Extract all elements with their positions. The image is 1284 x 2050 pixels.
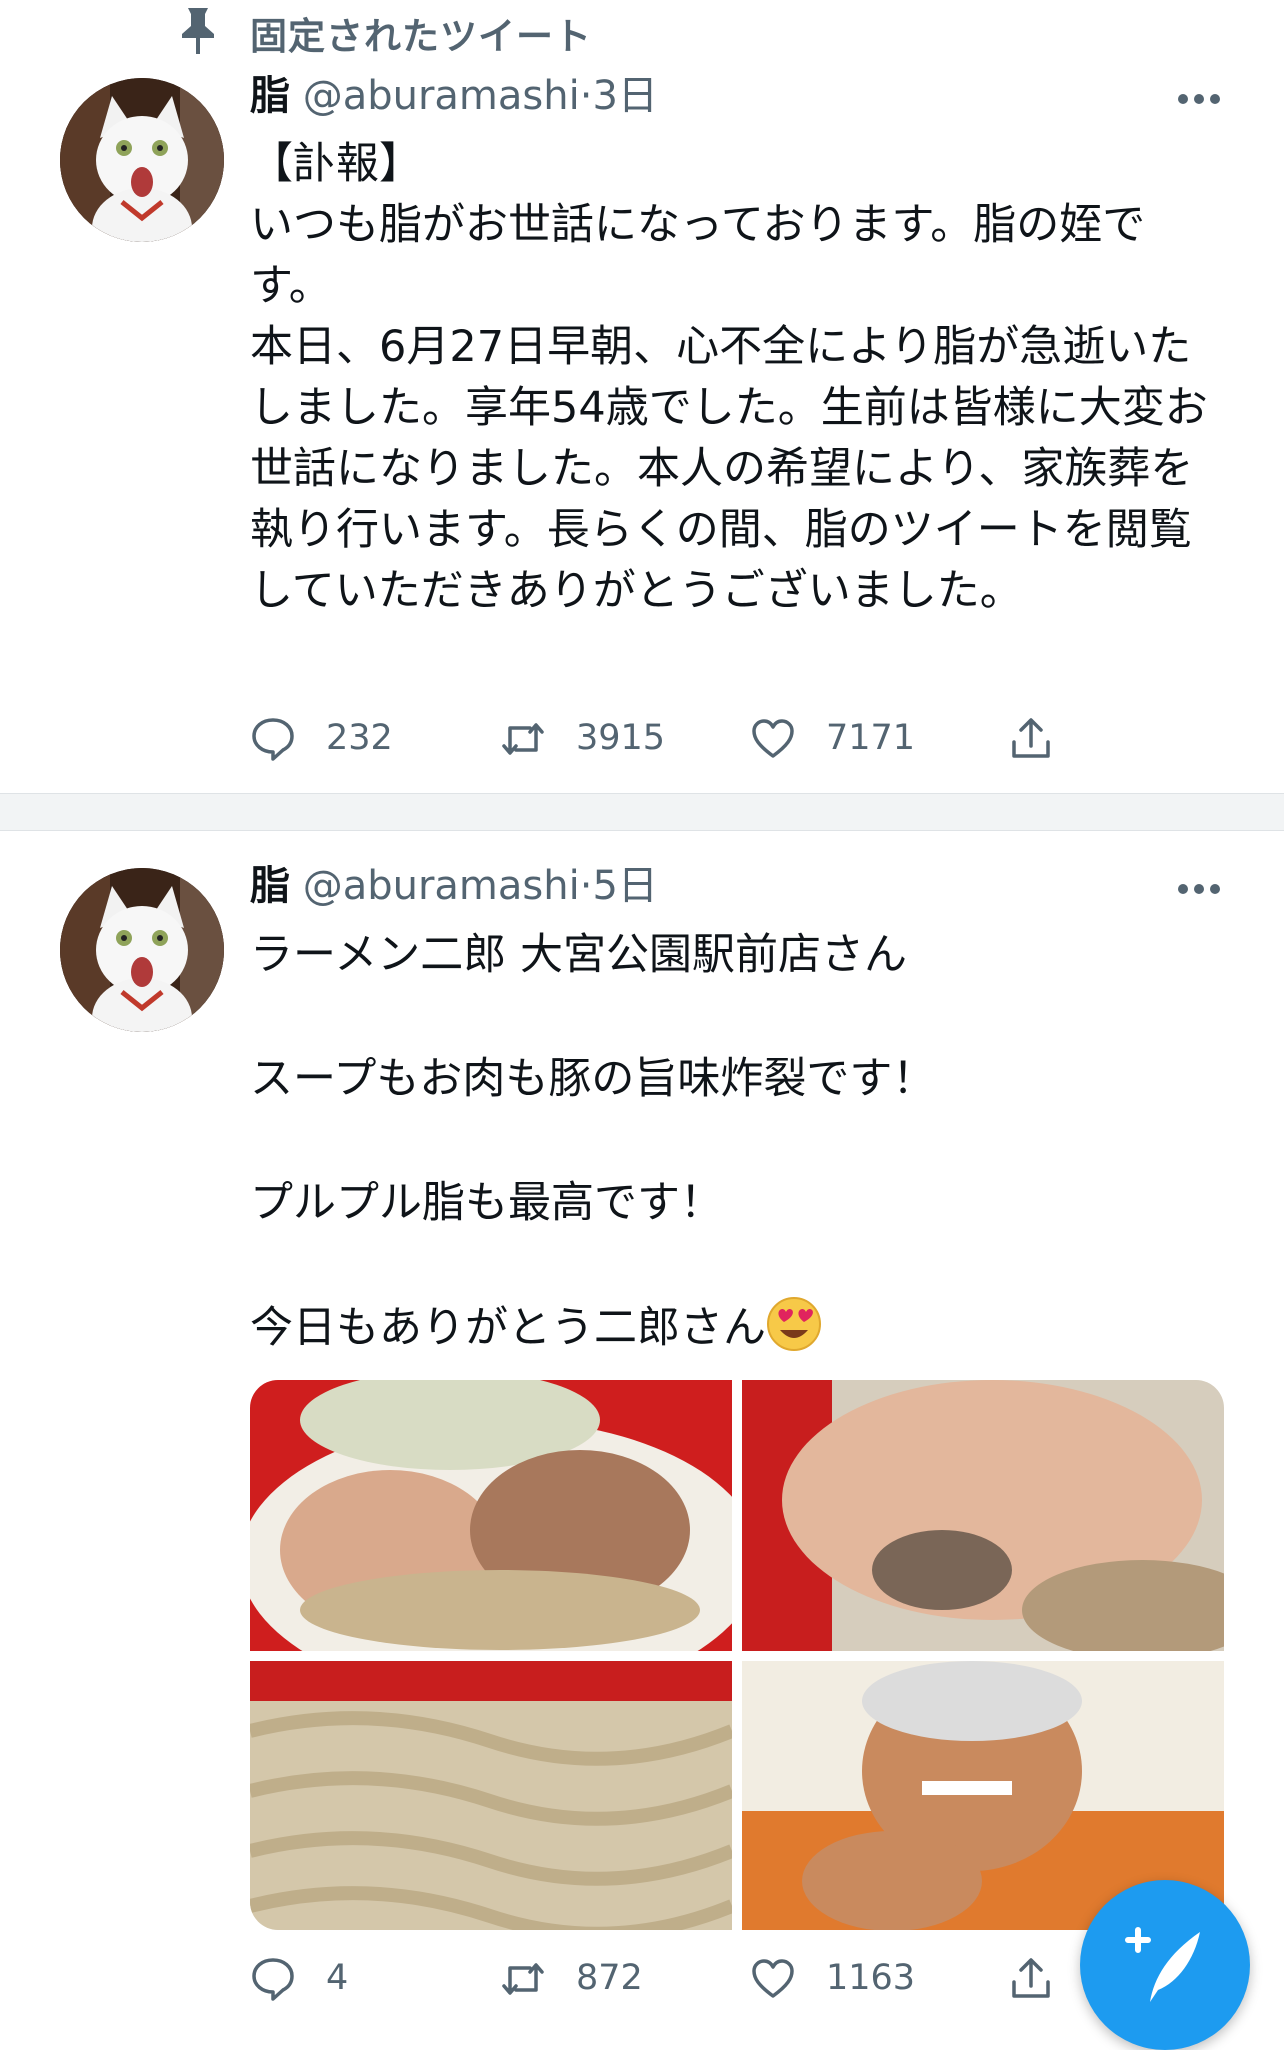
like-count: 7171 [826,718,916,758]
display-name[interactable]: 脂 [250,863,290,909]
reply-count: 4 [326,1958,349,1998]
heart-eyes-emoji-icon [767,1297,821,1351]
heart-icon [752,719,794,758]
tweet-header: 脂 @aburamashi·3日 [250,72,658,120]
tweet-text: ラーメン二郎 大宮公園駅前店さん スープもお肉も豚の旨味炸裂です！ プルプル脂も… [250,924,1210,1359]
photo-pork-closeup[interactable] [742,1380,1224,1651]
compose-tweet-button[interactable] [1080,1880,1250,2050]
tweet-separator [0,793,1284,831]
reply-icon [252,1958,294,2001]
tweet-actions: 4 872 1163 [250,1950,1130,2010]
display-name[interactable]: 脂 [250,73,290,119]
pinned-tweet-label: 固定されたツイート [250,15,592,58]
tweet-actions: 232 3915 7171 [250,710,1130,770]
retweet-icon [502,723,544,755]
avatar[interactable] [60,868,224,1032]
pinned-tweet-label-row: 固定されたツイート [0,0,1284,60]
photo-ramen-chashu[interactable] [250,1380,732,1651]
user-handle[interactable]: @aburamashi [303,863,580,909]
photo-noodles-image [250,1661,732,1930]
retweet-count: 3915 [576,718,666,758]
tweet-text-content: ラーメン二郎 大宮公園駅前店さん スープもお肉も豚の旨味炸裂です！ プルプル脂も… [250,930,936,1353]
photo-pork-closeup-image [742,1380,1224,1651]
tweet-header: 脂 @aburamashi·5日 [250,862,658,910]
cat-avatar-image [60,868,224,1032]
media-grid [250,1380,1224,1930]
retweet-count: 872 [576,1958,643,1998]
reply-count: 232 [326,718,393,758]
more-options-icon[interactable] [1176,882,1222,896]
cat-avatar-image [60,78,224,242]
share-icon [1012,718,1050,758]
heart-icon [752,1959,794,1998]
timestamp[interactable]: 3日 [592,73,657,119]
pin-icon [182,8,214,54]
photo-ramen-chashu-image [250,1380,732,1651]
separator-dot: · [579,863,593,909]
share-icon [1012,1958,1050,1998]
timestamp[interactable]: 5日 [592,863,657,909]
tweet-text: 【訃報】 いつも脂がお世話になっております。脂の姪です。 本日、6月27日早朝、… [250,139,1208,616]
reply-icon [252,718,294,761]
like-count: 1163 [826,1958,916,1998]
user-handle[interactable]: @aburamashi [303,73,580,119]
compose-feather-icon [1125,1927,1200,2002]
photo-noodles[interactable] [250,1661,732,1930]
more-options-icon[interactable] [1176,92,1222,106]
avatar[interactable] [60,78,224,242]
separator-dot: · [579,73,593,119]
retweet-icon [502,1963,544,1995]
